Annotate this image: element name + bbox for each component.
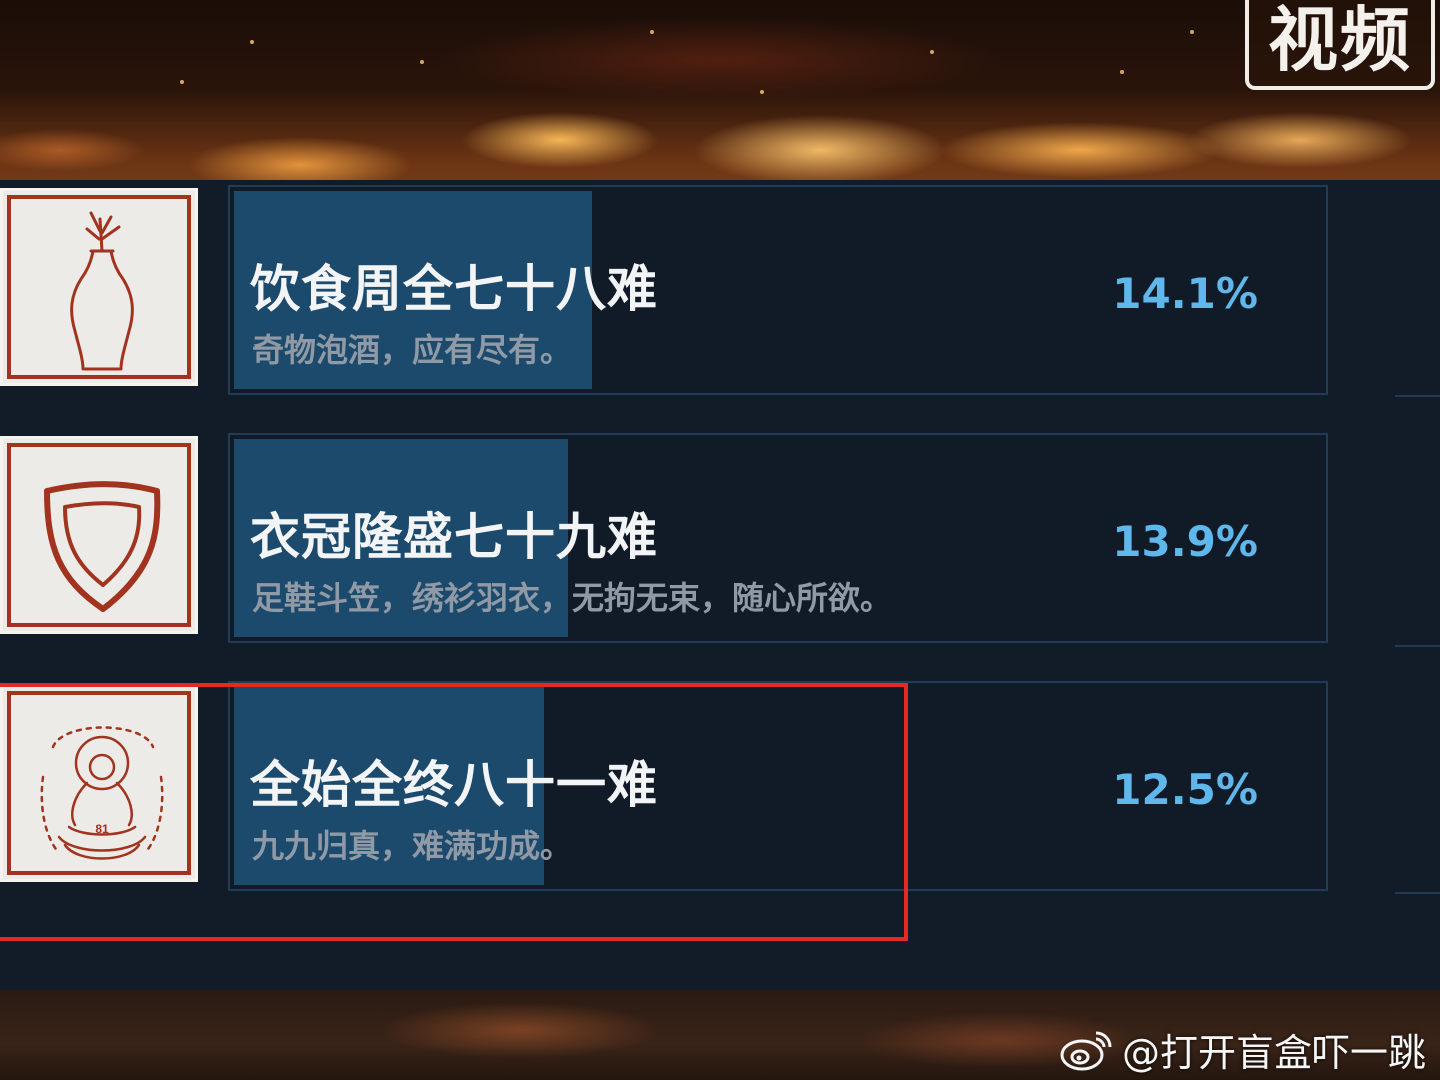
achievement-title: 衣冠隆盛七十九难 <box>250 508 658 566</box>
spark <box>180 80 184 84</box>
weibo-icon <box>1060 1031 1112 1070</box>
spark <box>1120 70 1124 74</box>
watermark-handle: @打开盲盒吓一跳 <box>1121 1031 1426 1075</box>
spark <box>760 90 764 94</box>
spark <box>1190 30 1194 34</box>
spark <box>650 30 654 34</box>
achievement-title: 饮食周全七十八难 <box>250 260 658 318</box>
achievement-row[interactable]: 饮食周全七十八难 奇物泡酒，应有尽有。 14.1% <box>0 180 1440 400</box>
screenshot-stage: 饮食周全七十八难 奇物泡酒，应有尽有。 14.1% 衣冠隆盛七十九难 足鞋斗笠，… <box>0 0 1440 1080</box>
achievement-card: 衣冠隆盛七十九难 足鞋斗笠，绣衫羽衣，无拘无束，随心所欲。 13.9% <box>228 433 1328 643</box>
fire-background-top <box>0 0 1440 200</box>
achievement-icon-tile <box>0 436 198 634</box>
highlight-box <box>0 683 908 941</box>
achievement-row[interactable]: 衣冠隆盛七十九难 足鞋斗笠，绣衫羽衣，无拘无束，随心所欲。 13.9% <box>0 428 1440 648</box>
vase-icon <box>70 211 134 371</box>
spark <box>930 50 934 54</box>
achievement-percent: 14.1% <box>1112 269 1258 318</box>
achievement-icon-tile <box>0 188 198 386</box>
video-badge: 视频 <box>1245 0 1435 90</box>
achievement-description: 奇物泡酒，应有尽有。 <box>252 331 573 369</box>
achievement-description: 足鞋斗笠，绣衫羽衣，无拘无束，随心所欲。 <box>252 579 893 617</box>
spark <box>420 60 424 64</box>
achievement-percent: 13.9% <box>1112 517 1258 566</box>
shield-icon <box>44 481 161 612</box>
spark <box>250 40 254 44</box>
achievement-card: 饮食周全七十八难 奇物泡酒，应有尽有。 14.1% <box>228 185 1328 395</box>
achievement-percent: 12.5% <box>1112 765 1258 814</box>
watermark: @打开盲盒吓一跳 <box>1058 1022 1426 1077</box>
